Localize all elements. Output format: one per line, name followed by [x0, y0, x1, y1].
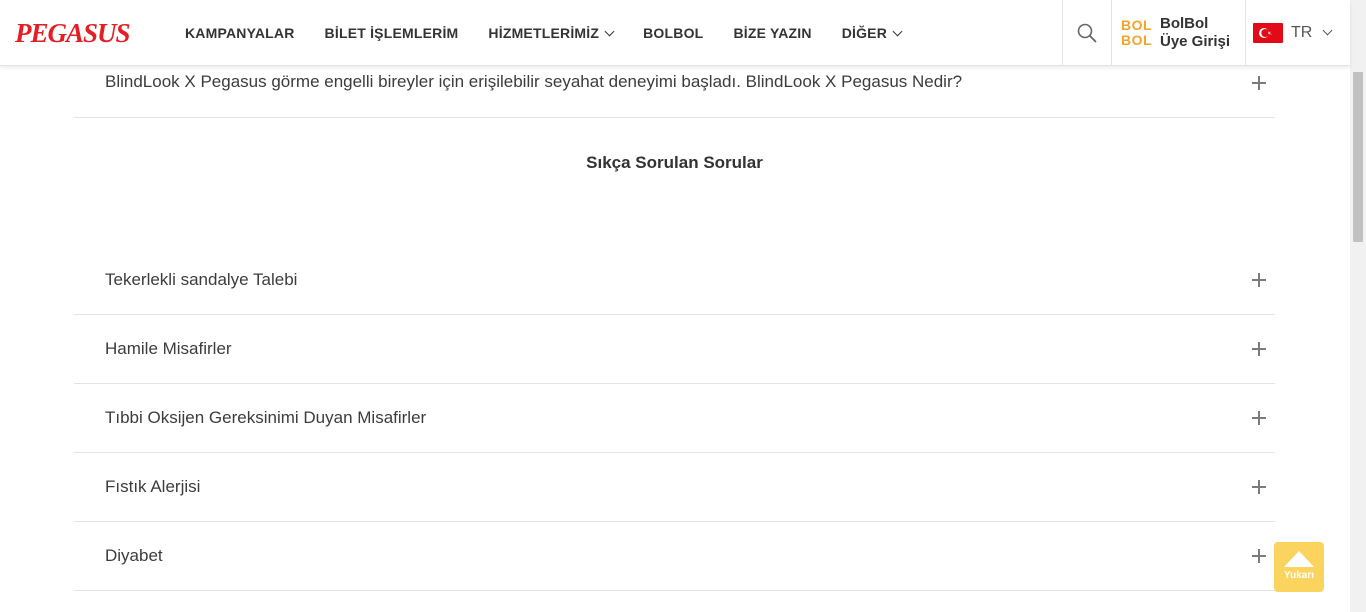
plus-icon — [1252, 480, 1266, 494]
accordion-item-label: Hamile Misafirler — [105, 339, 232, 358]
section-title: Sıkça Sorulan Sorular — [586, 153, 763, 172]
bolbol-logo: BOL BOL — [1121, 17, 1153, 48]
scrollbar-thumb[interactable] — [1353, 72, 1363, 242]
accordion-item-label: Fıstık Alerjisi — [105, 477, 201, 496]
plus-icon — [1252, 273, 1266, 287]
language-selector[interactable]: TR — [1252, 0, 1350, 66]
nav-label: DİĞER — [841, 25, 888, 41]
pegasus-logo[interactable]: PEGASUS — [15, 18, 131, 48]
plus-icon — [1252, 76, 1266, 90]
plus-icon — [1252, 549, 1266, 563]
nav-label: KAMPANYALAR — [185, 25, 295, 41]
accordion-item[interactable]: Diyabet — [74, 522, 1275, 591]
accordion-item-label: Tıbbi Oksijen Gereksinimi Duyan Misafirl… — [105, 408, 427, 427]
plus-icon — [1252, 411, 1266, 425]
plus-icon — [1252, 342, 1266, 356]
arrow-up-icon — [1284, 551, 1314, 567]
nav-label: BİZE YAZIN — [733, 25, 812, 41]
chevron-down-icon — [1322, 25, 1333, 35]
accordion-item-label: BlindLook X Pegasus görme engelli bireyl… — [105, 71, 963, 91]
back-to-top-button[interactable]: Yukarı — [1274, 542, 1324, 592]
nav-label: BİLET İŞLEMLERİM — [324, 25, 459, 41]
nav-kampanyalar[interactable]: KAMPANYALAR — [185, 25, 295, 41]
bolbol-login-label: BolBol Üye Girişi — [1160, 15, 1231, 50]
page-scrollbar[interactable] — [1350, 0, 1366, 612]
accordion-item[interactable]: Hamile Misafirler — [74, 315, 1275, 384]
accordion-item-label: Diyabet — [105, 546, 163, 565]
nav-bilet-islemlerim[interactable]: BİLET İŞLEMLERİM — [325, 25, 459, 41]
turkey-flag-icon — [1253, 23, 1283, 43]
nav-diger[interactable]: DİĞER — [841, 25, 903, 41]
chevron-down-icon — [892, 26, 903, 36]
accordion-item[interactable]: Tekerlekli sandalye Talebi — [74, 246, 1275, 315]
main-nav: KAMPANYALAR BİLET İŞLEMLERİM HİZMETLERİM… — [185, 0, 931, 66]
chevron-down-icon — [604, 26, 615, 36]
search-icon — [1077, 23, 1097, 43]
search-button[interactable] — [1062, 0, 1112, 66]
site-header: PEGASUS KAMPANYALAR BİLET İŞLEMLERİM HİZ… — [0, 0, 1350, 66]
nav-hizmetlerimiz[interactable]: HİZMETLERİMİZ — [488, 25, 615, 41]
bolbol-login-button[interactable]: BOL BOL BolBol Üye Girişi — [1112, 0, 1246, 66]
nav-bize-yazin[interactable]: BİZE YAZIN — [733, 25, 811, 41]
accordion-item[interactable]: Tıbbi Oksijen Gereksinimi Duyan Misafirl… — [74, 384, 1275, 453]
nav-label: HİZMETLERİMİZ — [488, 25, 600, 41]
language-label: TR — [1291, 24, 1313, 41]
accordion-item-label: Tekerlekli sandalye Talebi — [105, 270, 298, 289]
nav-bolbol[interactable]: BOLBOL — [643, 25, 703, 41]
accordion-item[interactable]: Fıstık Alerjisi — [74, 453, 1275, 522]
nav-label: BOLBOL — [643, 25, 704, 41]
back-to-top-label: Yukarı — [1283, 570, 1315, 581]
